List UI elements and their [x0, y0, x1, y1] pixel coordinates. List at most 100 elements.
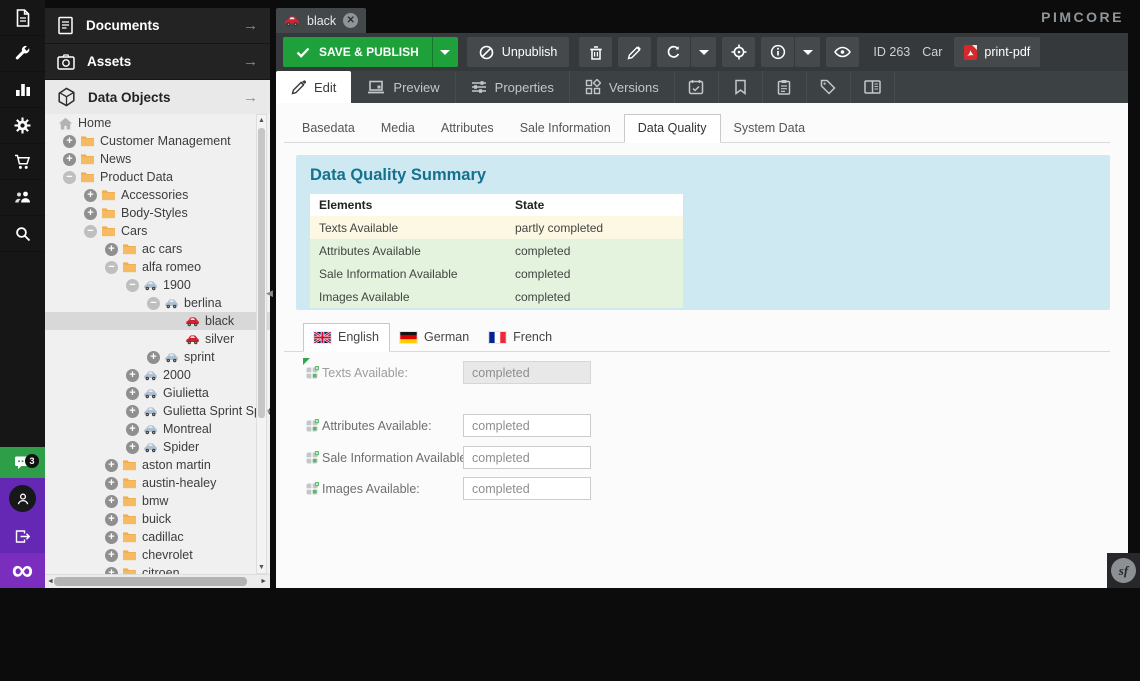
- expand-icon[interactable]: +: [105, 243, 118, 256]
- accordion-documents[interactable]: Documents →: [45, 8, 270, 44]
- tags-button[interactable]: [807, 71, 851, 103]
- tree-item-cadillac[interactable]: +cadillac: [45, 528, 270, 546]
- expand-icon[interactable]: +: [126, 387, 139, 400]
- collapse-icon[interactable]: −: [84, 225, 97, 238]
- reload-button[interactable]: [657, 37, 690, 67]
- open-object-tab[interactable]: black ✕: [276, 8, 366, 33]
- collapse-icon[interactable]: −: [63, 171, 76, 184]
- accordion-assets[interactable]: Assets →: [45, 44, 270, 80]
- tree-item-spider[interactable]: +Spider: [45, 438, 270, 456]
- tree-item-body-styles[interactable]: +Body-Styles: [45, 204, 270, 222]
- language-tab-german[interactable]: German: [390, 324, 479, 351]
- tree-item-1900[interactable]: −1900: [45, 276, 270, 294]
- notifications-button[interactable]: 3: [0, 447, 45, 478]
- rename-button[interactable]: [618, 37, 651, 67]
- save-publish-button[interactable]: SAVE & PUBLISH: [283, 37, 432, 67]
- language-tab-french[interactable]: French: [479, 324, 562, 351]
- reports-button[interactable]: [763, 71, 807, 103]
- expand-icon[interactable]: +: [126, 369, 139, 382]
- tree-item-news[interactable]: +News: [45, 150, 270, 168]
- tree-item-2000[interactable]: +2000: [45, 366, 270, 384]
- expand-icon[interactable]: +: [105, 513, 118, 526]
- schedule-button[interactable]: [675, 71, 719, 103]
- tree-item-accessories[interactable]: +Accessories: [45, 186, 270, 204]
- tree-item-giulietta[interactable]: +Giulietta: [45, 384, 270, 402]
- field-value-input[interactable]: completed: [463, 414, 591, 437]
- expand-icon[interactable]: +: [126, 405, 139, 418]
- expand-icon[interactable]: +: [63, 153, 76, 166]
- tree-item-black[interactable]: black: [45, 312, 270, 330]
- delete-button[interactable]: [579, 37, 612, 67]
- marketing-menu-button[interactable]: [0, 72, 45, 108]
- content-tab-data-quality[interactable]: Data Quality: [624, 114, 721, 143]
- expand-icon[interactable]: +: [84, 189, 97, 202]
- info-options-dropdown[interactable]: [795, 37, 820, 67]
- print-pdf-button[interactable]: print-pdf: [954, 37, 1040, 67]
- tree-item-cars[interactable]: −Cars: [45, 222, 270, 240]
- tab-preview[interactable]: Preview: [352, 71, 455, 103]
- notes-button[interactable]: [719, 71, 763, 103]
- expand-icon[interactable]: +: [105, 567, 118, 575]
- user-profile-button[interactable]: [0, 478, 45, 519]
- tab-properties[interactable]: Properties: [456, 71, 570, 103]
- tree-item-berlina[interactable]: −berlina: [45, 294, 270, 312]
- symfony-profiler-toggle[interactable]: sf: [1107, 553, 1140, 588]
- customers-menu-button[interactable]: [0, 180, 45, 216]
- collapse-icon[interactable]: −: [147, 297, 160, 310]
- tree-item-sprint[interactable]: +sprint: [45, 348, 270, 366]
- ecommerce-menu-button[interactable]: [0, 144, 45, 180]
- tree-item-citroen[interactable]: +citroen: [45, 564, 270, 574]
- tab-versions[interactable]: Versions: [570, 71, 675, 103]
- tree-item-austin-healey[interactable]: +austin-healey: [45, 474, 270, 492]
- unpublish-button[interactable]: Unpublish: [467, 37, 570, 67]
- content-tab-sale-information[interactable]: Sale Information: [507, 115, 624, 142]
- reload-options-dropdown[interactable]: [691, 37, 716, 67]
- expand-icon[interactable]: +: [105, 495, 118, 508]
- tools-menu-button[interactable]: [0, 36, 45, 72]
- field-value-input[interactable]: completed: [463, 477, 591, 500]
- field-value-input[interactable]: completed: [463, 361, 591, 384]
- tree-item-home[interactable]: Home: [45, 114, 270, 132]
- horizontal-scroll-thumb[interactable]: [54, 577, 247, 586]
- language-tab-english[interactable]: English: [303, 323, 390, 352]
- tree-item-silver[interactable]: silver: [45, 330, 270, 348]
- content-tab-media[interactable]: Media: [368, 115, 428, 142]
- tab-edit[interactable]: Edit: [276, 71, 351, 103]
- field-value-input[interactable]: completed: [463, 446, 591, 469]
- content-tab-basedata[interactable]: Basedata: [289, 115, 368, 142]
- accordion-data-objects[interactable]: Data Objects →: [45, 80, 270, 114]
- tree-item-customer-management[interactable]: +Customer Management: [45, 132, 270, 150]
- tree-item-ac-cars[interactable]: +ac cars: [45, 240, 270, 258]
- scroll-up-icon[interactable]: ▲: [257, 117, 266, 124]
- tree-item-buick[interactable]: +buick: [45, 510, 270, 528]
- expand-icon[interactable]: +: [105, 477, 118, 490]
- scroll-right-icon[interactable]: ►: [260, 578, 267, 585]
- expand-icon[interactable]: +: [105, 459, 118, 472]
- scroll-left-icon[interactable]: ◄: [47, 578, 54, 585]
- info-button[interactable]: [761, 37, 794, 67]
- expand-icon[interactable]: +: [105, 531, 118, 544]
- expand-icon[interactable]: +: [84, 207, 97, 220]
- expand-icon[interactable]: +: [147, 351, 160, 364]
- tree-item-chevrolet[interactable]: +chevrolet: [45, 546, 270, 564]
- locate-in-tree-button[interactable]: [722, 37, 755, 67]
- save-options-dropdown[interactable]: [432, 37, 458, 67]
- content-tab-system-data[interactable]: System Data: [721, 115, 819, 142]
- tree-horizontal-scrollbar[interactable]: ◄ ►: [45, 574, 270, 588]
- tree-item-bmw[interactable]: +bmw: [45, 492, 270, 510]
- preview-eye-button[interactable]: [826, 37, 859, 67]
- tree-item-montreal[interactable]: +Montreal: [45, 420, 270, 438]
- expand-icon[interactable]: +: [105, 549, 118, 562]
- logout-button[interactable]: [0, 519, 45, 553]
- collapse-icon[interactable]: −: [126, 279, 139, 292]
- layout-button[interactable]: [851, 71, 895, 103]
- tree-item-alfa-romeo[interactable]: −alfa romeo: [45, 258, 270, 276]
- tree-item-aston-martin[interactable]: +aston martin: [45, 456, 270, 474]
- settings-menu-button[interactable]: [0, 108, 45, 144]
- panel-collapse-handle[interactable]: ◀: [266, 288, 273, 299]
- content-tab-attributes[interactable]: Attributes: [428, 115, 507, 142]
- tree-item-gulietta-sprint-specia[interactable]: +Gulietta Sprint Specia: [45, 402, 270, 420]
- tree-vertical-scrollbar[interactable]: ▲ ▼: [256, 114, 267, 574]
- vertical-scroll-thumb[interactable]: [258, 128, 265, 418]
- expand-icon[interactable]: +: [63, 135, 76, 148]
